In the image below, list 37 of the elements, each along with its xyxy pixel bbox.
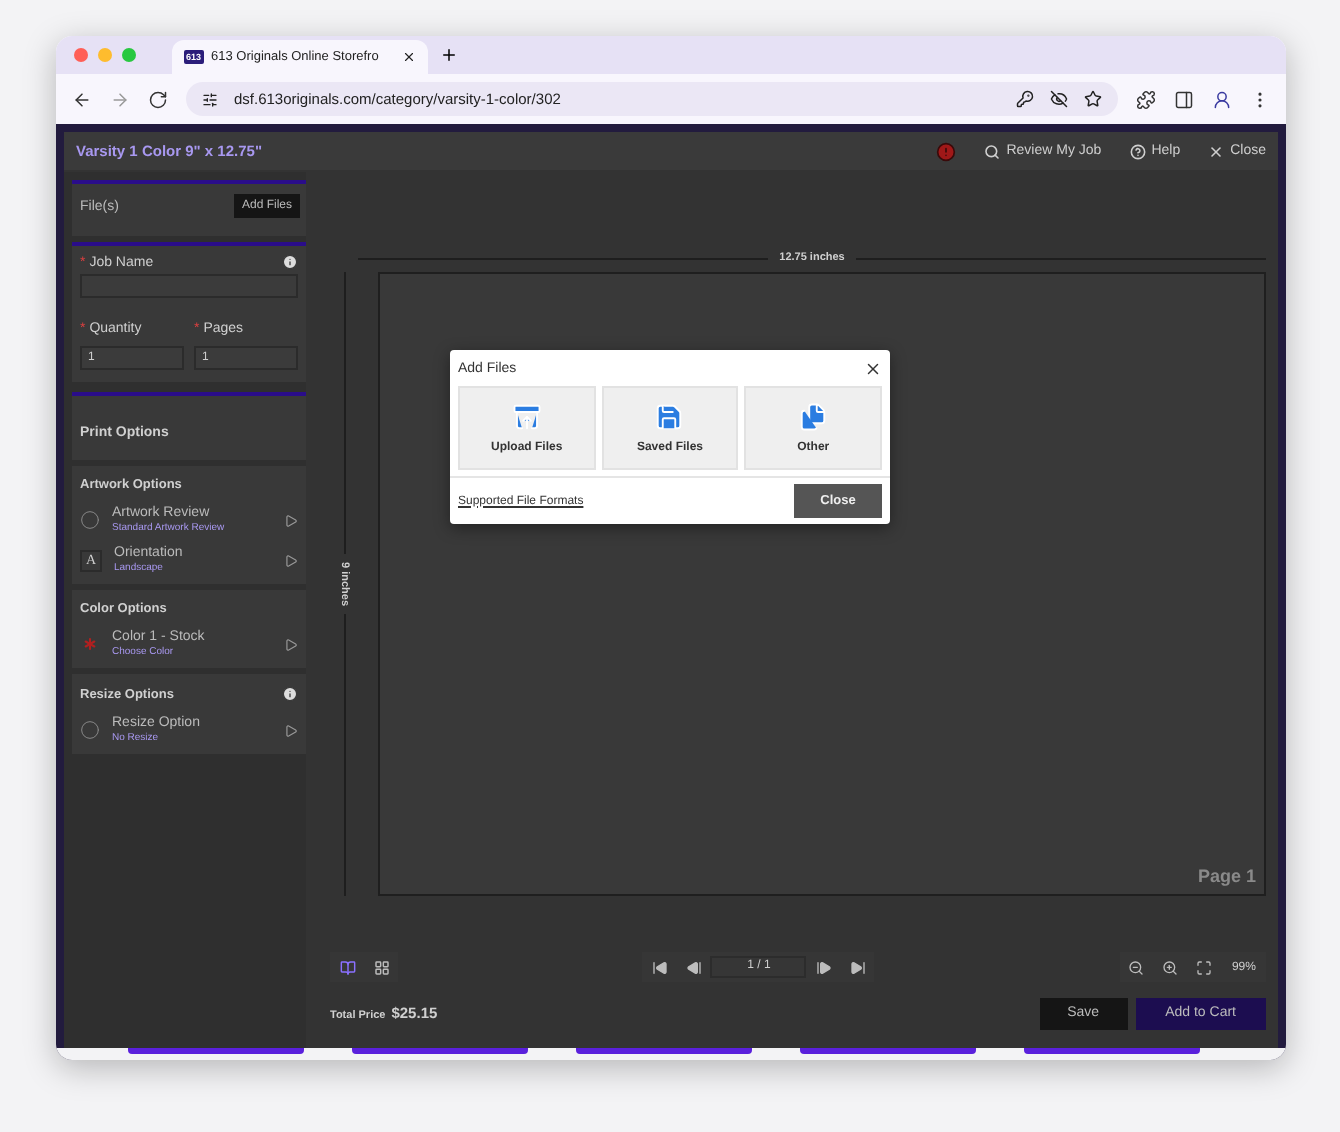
upload-tray-icon <box>511 402 542 432</box>
key-icon[interactable] <box>1016 90 1034 108</box>
zoom-out-icon <box>1128 959 1145 975</box>
step-back-icon <box>685 959 702 975</box>
close-icon[interactable] <box>864 360 882 378</box>
search-icon <box>984 143 1001 159</box>
new-tab-icon[interactable] <box>440 46 458 64</box>
side-panel-icon[interactable] <box>1174 89 1194 109</box>
triangle-icon[interactable] <box>284 637 298 651</box>
close-icon[interactable] <box>402 50 416 64</box>
fit-page-icon <box>1196 959 1213 975</box>
circle-icon <box>80 510 100 530</box>
info-icon[interactable] <box>282 254 298 270</box>
triangle-icon[interactable] <box>284 513 298 527</box>
triangle-icon[interactable] <box>284 553 298 567</box>
help-icon <box>1129 143 1146 159</box>
info-icon[interactable] <box>282 686 298 702</box>
asterisk-icon <box>80 634 100 654</box>
book-icon <box>339 959 355 975</box>
extensions-icon[interactable] <box>1136 89 1156 109</box>
circle-icon <box>80 720 100 740</box>
reload-icon[interactable] <box>148 89 168 109</box>
documents-icon <box>798 402 829 432</box>
step-forward-icon <box>815 959 832 975</box>
page-label: Page 1 <box>1197 866 1256 886</box>
site-settings-icon[interactable] <box>202 91 218 107</box>
bookmark-star-icon[interactable] <box>1084 90 1102 108</box>
triangle-icon[interactable] <box>284 723 298 737</box>
forward-icon[interactable] <box>110 89 130 109</box>
back-icon[interactable] <box>72 89 92 109</box>
profile-icon[interactable] <box>1212 89 1232 109</box>
eye-off-icon[interactable] <box>1050 90 1068 108</box>
close-icon <box>1208 143 1225 159</box>
zoom-in-icon <box>1162 959 1179 975</box>
skip-forward-icon <box>849 959 866 975</box>
grid-icon <box>373 959 389 975</box>
skip-back-icon <box>651 959 668 975</box>
